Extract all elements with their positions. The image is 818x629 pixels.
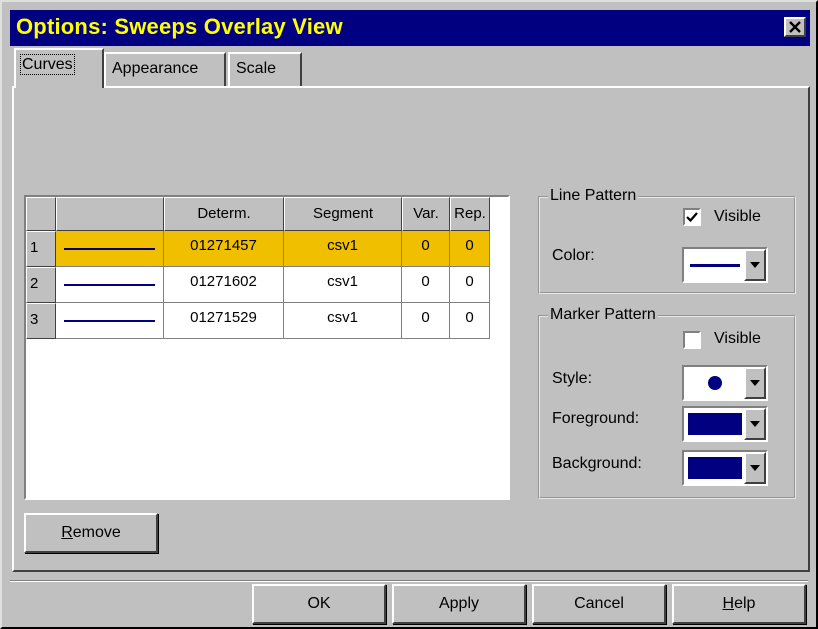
curve-line-sample (64, 248, 155, 250)
foreground-color-swatch (688, 413, 742, 435)
curves-grid[interactable]: Determ. Segment Var. Rep. 1 01271457 csv… (24, 195, 510, 500)
line-pattern-legend: Line Pattern (548, 187, 639, 205)
footer-divider (10, 580, 808, 582)
grid-header-determ[interactable]: Determ. (164, 197, 284, 231)
tab-appearance[interactable]: Appearance (104, 52, 226, 86)
circle-marker-icon (708, 376, 722, 390)
line-color-combo[interactable] (682, 247, 768, 283)
chevron-down-icon (750, 262, 760, 268)
grid-header-curve (56, 197, 164, 231)
line-visible-label: Visible (714, 208, 761, 225)
close-icon (789, 21, 801, 33)
help-button[interactable]: Help (672, 584, 806, 624)
curve-line-sample (64, 320, 155, 322)
chevron-down-icon (750, 380, 760, 386)
ok-button-label: OK (307, 595, 331, 612)
remove-button[interactable]: Remove (24, 513, 158, 553)
close-button[interactable] (784, 17, 806, 37)
window-title: Options: Sweeps Overlay View (16, 14, 343, 39)
row-header[interactable]: 3 (26, 303, 56, 339)
cancel-button-label: Cancel (574, 595, 624, 612)
segment-cell[interactable]: csv1 (284, 231, 402, 267)
curve-line-sample (64, 284, 155, 286)
marker-pattern-legend: Marker Pattern (548, 306, 658, 324)
rep-cell[interactable]: 0 (450, 231, 490, 267)
tab-scale-label: Scale (236, 60, 277, 77)
segment-cell[interactable]: csv1 (284, 267, 402, 303)
line-visible-checkbox[interactable] (683, 208, 701, 226)
background-color-swatch (688, 457, 742, 479)
apply-button-label: Apply (438, 595, 480, 612)
line-color-dropdown-button[interactable] (744, 249, 766, 281)
curve-cell[interactable] (56, 303, 164, 339)
title-bar[interactable]: Options: Sweeps Overlay View (10, 10, 810, 46)
line-color-label: Color: (552, 247, 595, 264)
grid-header-segment[interactable]: Segment (284, 197, 402, 231)
ok-button[interactable]: OK (252, 584, 386, 624)
curve-cell[interactable] (56, 231, 164, 267)
options-dialog: Options: Sweeps Overlay View Curves Appe… (0, 0, 818, 629)
tab-curves[interactable]: Curves (14, 48, 104, 88)
marker-style-label: Style: (552, 370, 593, 387)
chevron-down-icon (750, 421, 760, 427)
grid-header-rep[interactable]: Rep. (450, 197, 490, 231)
line-color-swatch (690, 264, 740, 267)
marker-foreground-label: Foreground: (552, 410, 640, 427)
rep-cell[interactable]: 0 (450, 267, 490, 303)
row-header[interactable]: 1 (26, 231, 56, 267)
segment-cell[interactable]: csv1 (284, 303, 402, 339)
marker-background-label: Background: (552, 455, 642, 472)
determ-cell[interactable]: 01271457 (164, 231, 284, 267)
marker-style-dropdown-button[interactable] (744, 367, 766, 399)
determ-cell[interactable]: 01271529 (164, 303, 284, 339)
determ-cell[interactable]: 01271602 (164, 267, 284, 303)
marker-style-combo[interactable] (682, 365, 768, 401)
marker-visible-checkbox[interactable] (683, 331, 701, 349)
grid-corner-header (26, 197, 56, 231)
tab-appearance-label: Appearance (112, 60, 199, 77)
apply-button[interactable]: Apply (392, 584, 526, 624)
tab-curves-label: Curves (20, 54, 75, 75)
marker-foreground-dropdown-button[interactable] (744, 408, 766, 440)
marker-visible-label: Visible (714, 330, 761, 347)
chevron-down-icon (750, 465, 760, 471)
cancel-button[interactable]: Cancel (532, 584, 666, 624)
checkmark-icon (686, 212, 698, 223)
grid-header-var[interactable]: Var. (402, 197, 450, 231)
var-cell[interactable]: 0 (402, 303, 450, 339)
row-header[interactable]: 2 (26, 267, 56, 303)
curve-cell[interactable] (56, 267, 164, 303)
tab-scale[interactable]: Scale (228, 52, 302, 86)
var-cell[interactable]: 0 (402, 231, 450, 267)
marker-foreground-combo[interactable] (682, 406, 768, 442)
remove-button-label: Remove (61, 524, 121, 541)
help-button-label: Help (722, 595, 756, 612)
marker-background-dropdown-button[interactable] (744, 452, 766, 484)
rep-cell[interactable]: 0 (450, 303, 490, 339)
marker-background-combo[interactable] (682, 450, 768, 486)
var-cell[interactable]: 0 (402, 267, 450, 303)
